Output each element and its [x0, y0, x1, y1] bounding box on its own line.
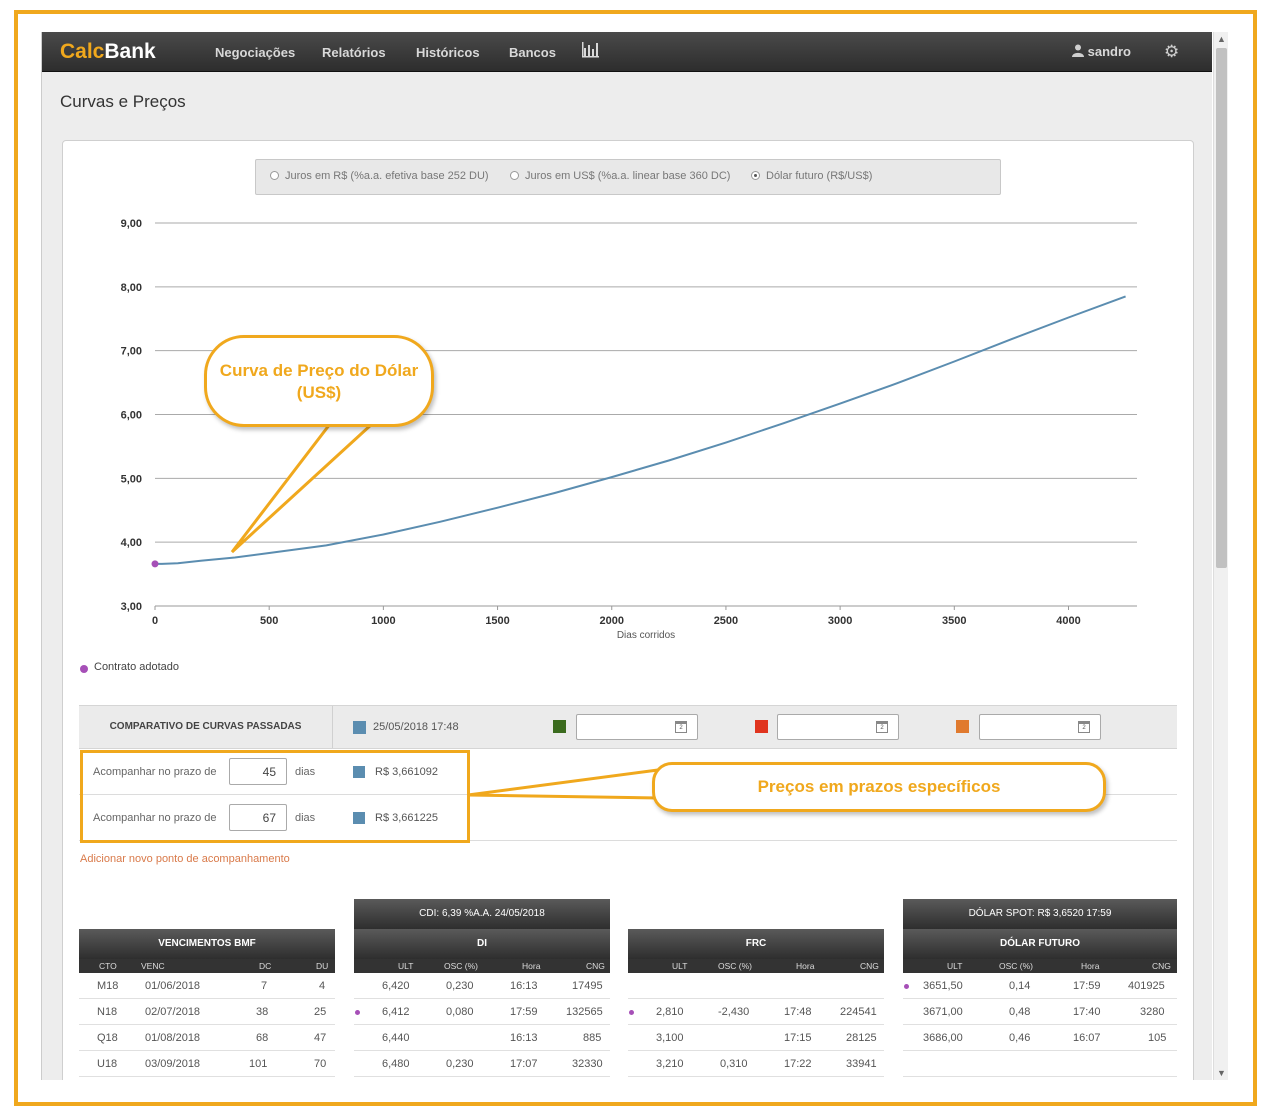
prices-callout: Preços em prazos específicos [652, 762, 1106, 812]
curve-callout-pointer [230, 422, 376, 554]
curve-callout: Curva de Preço do Dólar (US$) [204, 335, 434, 427]
callout-pointers [230, 422, 660, 800]
prices-callout-pointer [467, 768, 660, 800]
